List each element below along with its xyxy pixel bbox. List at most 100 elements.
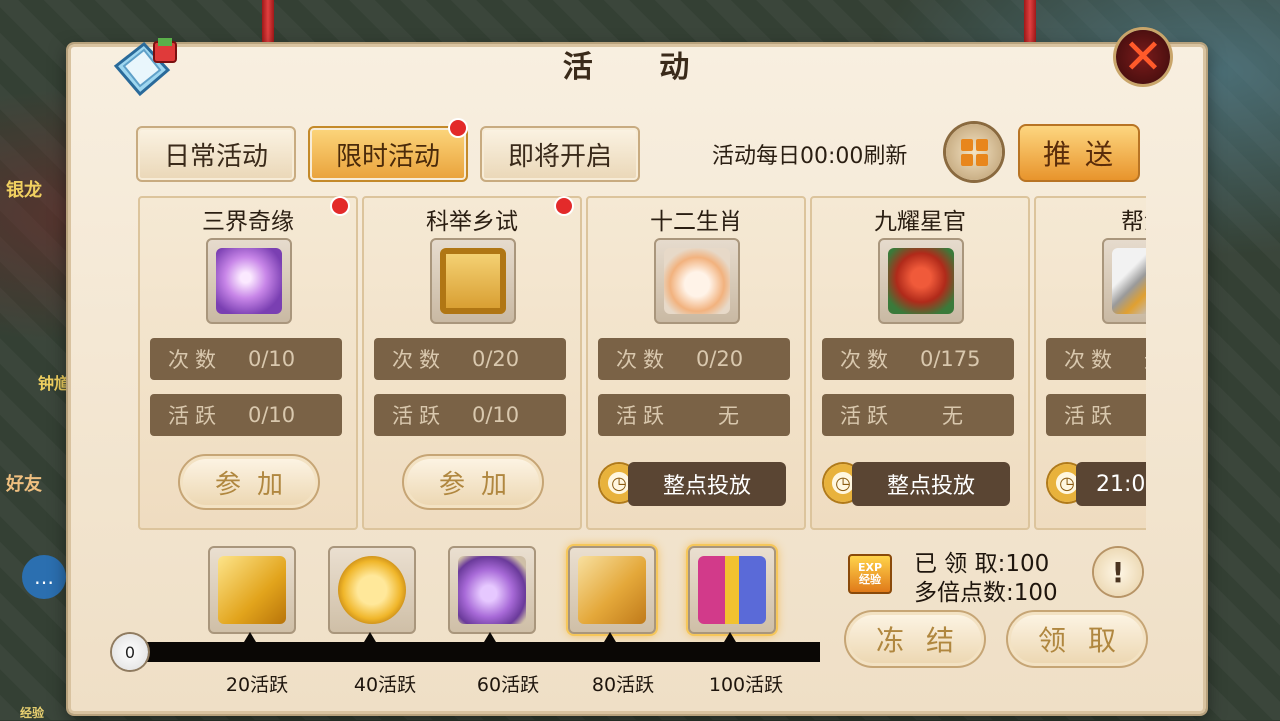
stat-value: 0/20: [472, 347, 520, 371]
reward-slot-80[interactable]: [568, 546, 656, 634]
stat-value: 0/10: [248, 347, 296, 371]
stat-label: 活跃: [168, 404, 222, 428]
count-stat: 次数 0/175: [822, 338, 1014, 380]
stat-label: 活跃: [392, 404, 446, 428]
spirit-gem-icon: [216, 248, 282, 314]
threshold-label: 40活跃: [353, 674, 417, 696]
stat-value: 0/10: [472, 403, 520, 427]
progress-start-marker: 0: [112, 634, 148, 670]
activity-icon-frame[interactable]: [206, 238, 292, 324]
scroll-icon: [440, 248, 506, 314]
activity-name: 科举乡试: [426, 209, 518, 235]
tab-upcoming-activities[interactable]: 即将开启: [480, 126, 640, 182]
threshold-tick: [604, 632, 616, 642]
bg-npc-name: 钟馗: [38, 374, 71, 393]
activity-name: 十二生肖: [650, 209, 742, 235]
activity-card-list[interactable]: 三界奇缘 次数 0/10 活跃 0/10 参加 科举乡试 次数 0/20 活跃 …: [136, 196, 1146, 530]
reward-slot-60[interactable]: [448, 546, 536, 634]
activity-icon-frame[interactable]: [1102, 238, 1146, 324]
stat-label: 次数: [840, 348, 894, 372]
vip-card-icon: [218, 556, 286, 624]
bg-exp-text: 经验: [20, 706, 45, 720]
zodiac-pet-icon: [664, 248, 730, 314]
reward-slot-100[interactable]: [688, 546, 776, 634]
gold-coin-icon: [338, 556, 406, 624]
activity-name: 九耀星官: [874, 209, 966, 235]
threshold-label: 80活跃: [591, 674, 655, 696]
count-stat: 次数 无: [1046, 338, 1146, 380]
exp-icon-subtext: 经验: [859, 573, 881, 586]
stat-label: 活跃: [1064, 404, 1118, 428]
grid-view-button[interactable]: [946, 124, 1002, 180]
hanging-rope-right: [1024, 0, 1036, 44]
count-stat: 次数 0/10: [150, 338, 342, 380]
count-stat: 次数 0/20: [598, 338, 790, 380]
threshold-tick: [484, 632, 496, 642]
activity-card: 科举乡试 次数 0/20 活跃 0/10 参加: [362, 196, 582, 530]
treasure-bag-icon: [458, 556, 526, 624]
join-button[interactable]: 参加: [402, 454, 544, 510]
activity-card: 九耀星官 次数 0/175 活跃 无 ◷ 整点投放: [810, 196, 1030, 530]
activity-icon-frame[interactable]: [654, 238, 740, 324]
chat-bubble-icon[interactable]: …: [22, 555, 66, 599]
stat-label: 活跃: [840, 404, 894, 428]
stat-label: 次数: [1064, 348, 1118, 372]
tab-label: 即将开启: [507, 141, 612, 172]
bg-friends-text: 好友: [6, 474, 42, 495]
sword-icon: [1112, 248, 1146, 314]
scheduled-release-label: 整点投放: [852, 462, 1010, 506]
claim-button[interactable]: 领取: [1006, 610, 1148, 668]
grid-icon: [960, 138, 988, 166]
activity-icon-frame[interactable]: [878, 238, 964, 324]
tab-label: 日常活动: [163, 141, 268, 172]
multiplier-points: 多倍点数:100: [914, 573, 1058, 607]
gift-box-icon: [698, 556, 766, 624]
activity-name: 三界奇缘: [202, 209, 294, 235]
tab-daily-activities[interactable]: 日常活动: [136, 126, 296, 182]
help-button[interactable]: !: [1094, 548, 1142, 596]
activity-progress-bar: [144, 642, 820, 662]
activity-card: 帮派 次数 无 活跃 ◷ 21:0: [1034, 196, 1146, 530]
close-button[interactable]: ✕: [1116, 30, 1170, 84]
stat-label: 活跃: [616, 404, 670, 428]
threshold-tick: [244, 632, 256, 642]
activity-card: 十二生肖 次数 0/20 活跃 无 ◷ 整点投放: [586, 196, 806, 530]
stat-label: 次数: [392, 348, 446, 372]
stat-value: 无: [1144, 344, 1146, 374]
stat-value: 0/20: [696, 347, 744, 371]
reward-slot-40[interactable]: [328, 546, 416, 634]
exclamation-icon: !: [1111, 555, 1125, 589]
join-button[interactable]: 参加: [178, 454, 320, 510]
reward-slot-20[interactable]: [208, 546, 296, 634]
stat-value: 无: [718, 404, 739, 428]
scroll-map-icon: [578, 556, 646, 624]
threshold-label: 20活跃: [225, 674, 289, 696]
stat-label: 次数: [168, 348, 222, 372]
multiplier-value: 100: [1013, 580, 1058, 606]
exp-icon: EXP 经验: [848, 554, 892, 594]
panel-title: 活 动: [562, 50, 718, 85]
activity-icon-frame[interactable]: [430, 238, 516, 324]
freeze-button[interactable]: 冻结: [844, 610, 986, 668]
star-mask-icon: [888, 248, 954, 314]
activity-name: 帮派: [1121, 209, 1146, 235]
close-icon: ✕: [1122, 29, 1164, 85]
stat-value: 0/175: [920, 347, 981, 371]
scheduled-time-label: 21:0: [1076, 462, 1146, 506]
activity-points-stat: 活跃 无: [598, 394, 790, 436]
bg-guild-text: 银龙: [6, 180, 42, 201]
hanging-rope-left: [262, 0, 274, 44]
push-button[interactable]: 推送: [1018, 124, 1140, 182]
multiplier-label: 多倍点数:: [914, 580, 1014, 606]
activity-points-stat: 活跃 无: [822, 394, 1014, 436]
refresh-notice: 活动每日00:00刷新: [712, 144, 908, 169]
tab-label: 限时活动: [335, 141, 440, 172]
activity-card: 三界奇缘 次数 0/10 活跃 0/10 参加: [138, 196, 358, 530]
scheduled-release-label: 整点投放: [628, 462, 786, 506]
tab-notification-badge: [450, 120, 466, 136]
threshold-label: 60活跃: [476, 674, 540, 696]
threshold-tick: [364, 632, 376, 642]
card-notification-badge: [556, 198, 572, 214]
card-notification-badge: [332, 198, 348, 214]
tab-limited-activities[interactable]: 限时活动: [308, 126, 468, 182]
